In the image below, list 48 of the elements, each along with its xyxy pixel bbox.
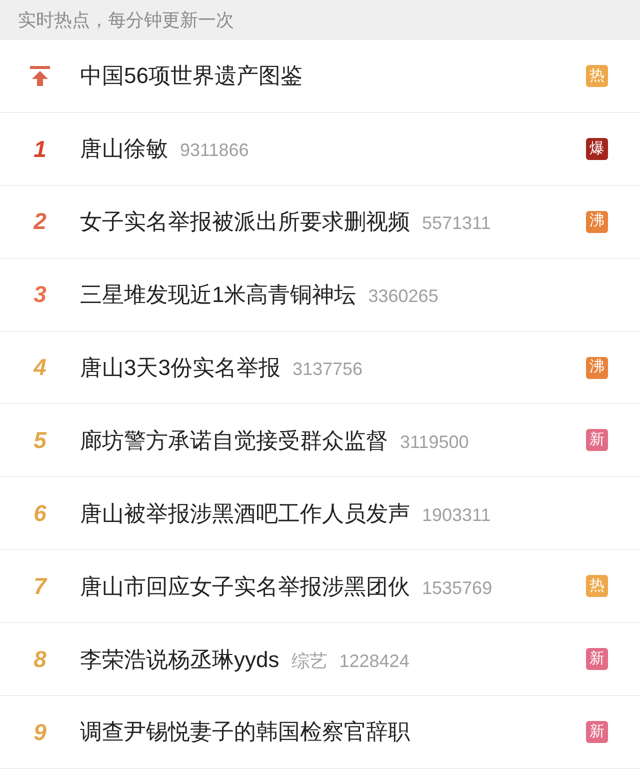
topic-badge: 沸	[586, 210, 608, 233]
topic-badge: 热	[586, 575, 608, 598]
hot-search-row[interactable]: 4 唐山3天3份实名举报 3137756 沸	[0, 332, 640, 404]
header-title: 实时热点，每分钟更新一次	[18, 8, 234, 32]
rank-number: 1	[34, 134, 46, 164]
topic-title: 三星堆发现近1米高青铜神坛	[80, 281, 356, 310]
topic-badge: 沸	[586, 356, 608, 378]
hot-search-row[interactable]: 6 唐山被举报涉黑酒吧工作人员发声 1903311	[0, 477, 640, 550]
topic-badge: 热	[586, 64, 608, 87]
hot-search-row[interactable]: 9 调查尹锡悦妻子的韩国检察官辞职 新	[0, 696, 640, 769]
heat-count: 9311866	[180, 139, 249, 162]
heat-count: 1535769	[422, 576, 492, 600]
topic-title: 李荣浩说杨丞琳yyds	[80, 646, 280, 674]
hot-search-row[interactable]: 8 李荣浩说杨丞琳yyds 综艺 1228424 新	[0, 623, 640, 696]
pin-to-top-icon	[29, 64, 51, 87]
topic-title: 廊坊警方承诺自觉接受群众监督	[80, 426, 388, 455]
topic-title: 唐山3天3份实名举报	[80, 354, 280, 382]
heat-count: 5571311	[422, 212, 491, 236]
heat-count: 1903311	[422, 504, 491, 527]
topic-title: 唐山市回应女子实名举报涉黑团伙	[80, 572, 410, 601]
hot-search-row[interactable]: 2 女子实名举报被派出所要求删视频 5571311 沸	[0, 186, 640, 259]
hot-search-row[interactable]: 1 唐山徐敏 9311866 爆	[0, 112, 640, 186]
hot-search-row[interactable]: 7 唐山市回应女子实名举报涉黑团伙 1535769 热	[0, 550, 640, 624]
hot-search-row[interactable]: 3 三星堆发现近1米高青铜神坛 3360265	[0, 258, 640, 332]
heat-count: 1228424	[339, 650, 410, 673]
topic-title: 中国56项世界遗产图鉴	[80, 62, 302, 90]
hot-search-row[interactable]: 5 廊坊警方承诺自觉接受群众监督 3119500 新	[0, 404, 640, 478]
rank-number: 6	[34, 499, 46, 528]
rank-number: 4	[34, 353, 46, 382]
topic-title: 调查尹锡悦妻子的韩国检察官辞职	[80, 718, 410, 746]
heat-count: 3360265	[368, 285, 438, 308]
topic-title: 唐山被举报涉黑酒吧工作人员发声	[80, 500, 410, 528]
heat-count: 3137756	[292, 358, 363, 381]
rank-number: 8	[34, 644, 46, 674]
topic-badge: 爆	[586, 138, 608, 160]
rank-number: 5	[34, 426, 46, 456]
rank-number: 2	[34, 207, 46, 236]
topic-badge: 新	[586, 429, 608, 452]
topic-title: 女子实名举报被派出所要求删视频	[80, 208, 410, 236]
hot-search-row[interactable]: 中国56项世界遗产图鉴 热	[0, 40, 640, 113]
heat-count: 3119500	[400, 430, 469, 454]
topic-badge: 新	[586, 648, 608, 670]
category-label: 综艺	[291, 650, 328, 673]
rank-number: 9	[34, 718, 46, 747]
rank-number: 3	[34, 280, 46, 310]
topic-title: 唐山徐敏	[80, 135, 168, 164]
topic-badge: 新	[586, 720, 608, 743]
rank-number: 7	[34, 572, 46, 601]
